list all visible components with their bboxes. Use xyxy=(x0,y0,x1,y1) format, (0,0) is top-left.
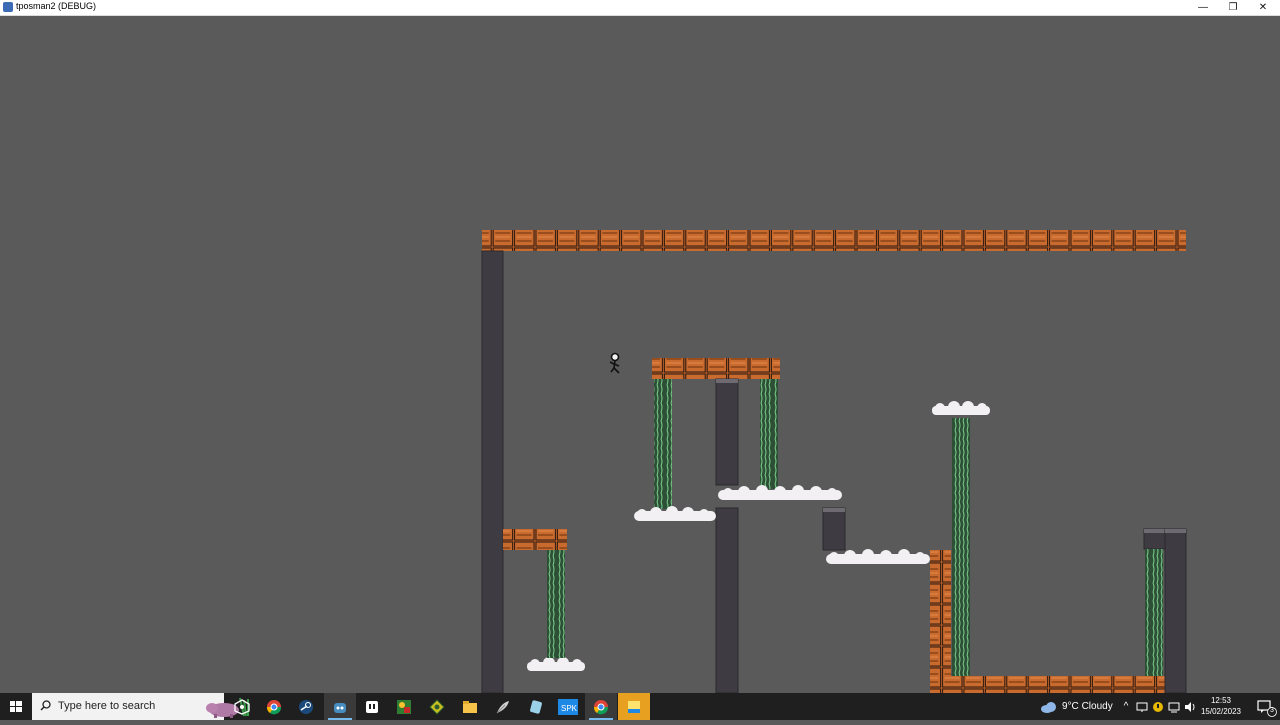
minimize-button[interactable]: — xyxy=(1188,0,1218,15)
game-viewport[interactable] xyxy=(0,16,1280,693)
file-explorer-icon[interactable] xyxy=(454,693,486,720)
windows-icon xyxy=(10,701,22,712)
pillar-middle-lower xyxy=(715,507,739,693)
cloud-platform-2 xyxy=(718,485,842,500)
vine-middle-right xyxy=(760,379,778,489)
network-icon[interactable] xyxy=(1166,693,1182,720)
app-icon-2[interactable]: SPK xyxy=(552,693,584,720)
security-icon[interactable] xyxy=(1150,693,1166,720)
taskbar: Type here to search SPK 9°C Cloudy ^ 12:… xyxy=(0,693,1280,720)
paint-icon[interactable] xyxy=(388,693,420,720)
start-button[interactable] xyxy=(0,693,32,720)
weather-condition: Cloudy xyxy=(1081,701,1113,712)
clock-date: 15/02/2023 xyxy=(1200,707,1242,716)
app-icon xyxy=(3,2,13,12)
search-box[interactable]: Type here to search xyxy=(32,693,249,720)
brick-platform-left xyxy=(503,529,567,550)
task-view-icon[interactable] xyxy=(226,693,258,720)
maximize-button[interactable]: ❐ xyxy=(1218,0,1248,15)
search-placeholder: Type here to search xyxy=(58,700,156,712)
vine-far-right xyxy=(1145,549,1163,676)
aseprite-icon[interactable] xyxy=(421,693,453,720)
game-scene xyxy=(481,230,1187,693)
vine-middle-left xyxy=(654,379,672,509)
brick-platform-middle xyxy=(652,358,780,379)
pillar-right-b xyxy=(1164,528,1187,693)
weather-temperature: 9°C xyxy=(1062,701,1079,712)
window-title: tposman2 (DEBUG) xyxy=(16,1,97,11)
vine-tall-right xyxy=(952,418,970,676)
title-bar: tposman2 (DEBUG) — ❐ ✕ xyxy=(0,0,1280,16)
chrome-alt-icon[interactable] xyxy=(585,693,617,720)
cloud-platform-1 xyxy=(634,506,716,521)
feather-icon[interactable] xyxy=(487,693,519,720)
pillar-small xyxy=(822,507,846,551)
tray-overflow-button[interactable]: ^ xyxy=(1118,693,1134,720)
clock-time: 12:53 xyxy=(1210,696,1232,705)
brick-row-bottom xyxy=(951,676,1165,693)
brick-column-right xyxy=(930,550,951,693)
cloud-platform-5 xyxy=(527,657,585,671)
search-icon xyxy=(40,700,51,711)
pillar-middle-upper xyxy=(715,378,739,486)
godot-icon[interactable] xyxy=(324,693,356,720)
cloud-platform-3 xyxy=(826,549,930,564)
scroll-icon[interactable] xyxy=(520,693,552,720)
notification-count: 3 xyxy=(1270,707,1274,714)
chrome-icon[interactable] xyxy=(258,693,290,720)
cloud-platform-4 xyxy=(932,401,990,415)
display-icon[interactable] xyxy=(1134,693,1150,720)
notepad-icon[interactable] xyxy=(356,693,388,720)
cloud-icon xyxy=(1041,702,1056,713)
weather-widget[interactable]: 9°C Cloudy xyxy=(1040,693,1116,720)
brick-row-top xyxy=(482,230,1186,251)
clock[interactable]: 12:53 15/02/2023 xyxy=(1196,695,1246,717)
notification-button[interactable]: 3 xyxy=(1250,693,1280,720)
player-character xyxy=(609,352,620,374)
close-button[interactable]: ✕ xyxy=(1248,0,1278,15)
pillar-left xyxy=(481,250,504,693)
vine-left xyxy=(547,550,565,658)
svg-text:SPK: SPK xyxy=(561,704,578,713)
sticky-note-icon[interactable] xyxy=(618,693,650,720)
steam-icon[interactable] xyxy=(290,693,322,720)
notification-icon xyxy=(1257,700,1277,717)
